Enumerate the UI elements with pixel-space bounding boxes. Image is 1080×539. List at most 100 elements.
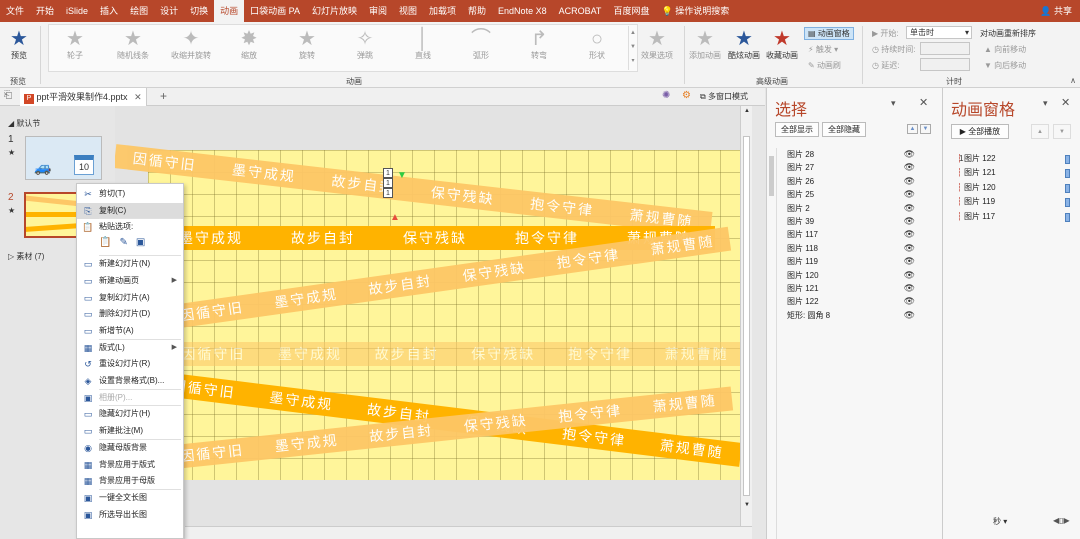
menu-baidu[interactable]: 百度网盘 [607,0,655,22]
delay-input[interactable] [920,58,970,71]
selection-item[interactable]: 图片 121 👁 [787,282,915,295]
selection-item[interactable]: 矩形: 圆角 8 👁 [787,309,915,322]
add-tab-icon[interactable]: + [160,89,167,103]
menu-addins[interactable]: 加载项 [423,0,462,22]
eye-icon[interactable]: 👁 [904,188,915,201]
menu-transitions[interactable]: 切换 [184,0,214,22]
selection-item[interactable]: 图片 28 👁 [787,148,915,161]
preview-button[interactable]: ★ 预览 [0,28,38,61]
effect-shrink-turn[interactable]: ✦ 收缩并旋转 [166,28,216,61]
timing-bar[interactable] [1065,198,1070,208]
context-menu-new-slide[interactable]: ▭ 新建幻灯片(N) [77,256,183,272]
animation-tag[interactable]: 1 [383,168,393,178]
timing-bar[interactable] [1065,155,1070,164]
document-tab[interactable]: P ppt平滑效果制作4.pptx ✕ [20,88,147,106]
hide-all-button[interactable]: 全部隐藏 [822,122,866,137]
seconds-dropdown[interactable]: 秒 ▾ [993,516,1007,527]
menu-insert[interactable]: 插入 [94,0,124,22]
slide-thumbnail-1[interactable]: 🚙 10 [25,136,102,180]
eye-icon[interactable]: 👁 [904,148,915,161]
selection-item[interactable]: 图片 27 👁 [787,161,915,174]
menu-slideshow[interactable]: 幻灯片放映 [306,0,363,22]
motion-path-start-icon[interactable]: ▼ [397,170,407,181]
menu-acrobat[interactable]: ACROBAT [553,0,608,22]
effect-arcs[interactable]: ⌒ 弧形 [456,28,506,61]
effect-lines[interactable]: │ 直线 [398,28,448,61]
scroll-thumb[interactable] [743,136,750,496]
eye-icon[interactable]: 👁 [904,269,915,282]
timing-bar[interactable] [1065,212,1070,222]
paste-picture-icon[interactable]: ▣ [136,237,145,248]
share-button[interactable]: 👤 共享 [1040,0,1072,22]
layout-icon[interactable]: ⎗ [4,90,12,101]
section-header[interactable]: ▷ 素材 (7) [8,251,44,262]
eye-icon[interactable]: 👁 [904,242,915,255]
menu-endnote[interactable]: EndNote X8 [492,0,553,22]
menu-draw[interactable]: 绘图 [124,0,154,22]
timeline-zoom-icon[interactable]: ◀▯▶ [1053,516,1070,525]
animation-pane-toggle[interactable]: ▤ 动画窗格 [804,27,854,40]
effect-turns[interactable]: ↱ 转弯 [514,28,564,61]
animation-painter-button[interactable]: ✎ 动画刷 [808,60,841,71]
animation-item[interactable]: ┆ 图片 119 [957,195,1072,209]
move-later-button[interactable]: ▼ 向后移动 [984,60,1026,71]
effect-bounce[interactable]: ✧ 弹跳 [340,28,390,61]
effect-shapes[interactable]: ○ 形状 [572,28,622,61]
scroll-down-icon[interactable]: ▼ [744,502,750,508]
start-select[interactable]: 单击时 ▾ [906,26,972,39]
tell-me-search[interactable]: 💡 操作说明搜索 [655,0,735,22]
play-all-button[interactable]: ▶ 全部播放 [951,124,1009,139]
eye-icon[interactable]: 👁 [904,175,915,188]
selection-item[interactable]: 图片 25 👁 [787,188,915,201]
selection-scrollbar[interactable] [767,148,777,539]
animation-tag[interactable]: 1 [383,188,393,198]
context-menu-paste-options[interactable]: 📋 粘贴选项: [77,219,183,235]
menu-islide[interactable]: iSlide [60,0,94,22]
context-menu-hide-slide[interactable]: ▭ 隐藏幻灯片(H) [77,406,183,422]
collect-animation-button[interactable]: ★ 收藏动画 [762,28,802,61]
magic-icon[interactable]: ✺ [662,90,670,101]
canvas-vertical-scrollbar[interactable]: ▲ ▼ [740,106,752,526]
eye-icon[interactable]: 👁 [904,161,915,174]
selection-item[interactable]: 图片 120 👁 [787,269,915,282]
selection-item[interactable]: 图片 117 👁 [787,228,915,241]
timing-bar[interactable] [1065,183,1070,193]
effect-spin[interactable]: ★ 旋转 [282,28,332,61]
selection-item[interactable]: 图片 118 👁 [787,242,915,255]
menu-pocket-animation[interactable]: 口袋动画 PA [244,0,306,22]
timing-bar[interactable] [1065,169,1070,179]
context-menu-new-comment[interactable]: ▭ 新建批注(M) [77,423,183,439]
animation-item[interactable]: ┆ 图片 121 [957,166,1072,180]
scroll-up-icon[interactable]: ▲ [744,108,750,114]
canvas-horizontal-scrollbar[interactable] [185,526,752,539]
eye-icon[interactable]: 👁 [904,215,915,228]
animation-item[interactable]: ┆ 图片 117 [957,210,1072,224]
text-band[interactable]: 因循守旧墨守成规故步自封保守残缺抱令守律萧规曹随 [115,144,713,236]
context-menu-export-long-image[interactable]: ▣ 所选导出长图 [77,507,183,523]
selection-item[interactable]: 图片 2 👁 [787,202,915,215]
context-menu-bg-apply-master[interactable]: ▦ 背景应用于母版 [77,473,183,489]
context-menu-bg-apply-layout[interactable]: ▦ 背景应用于版式 [77,457,183,473]
effect-options-button[interactable]: ★ 效果选项 [634,28,680,61]
collapse-ribbon-icon[interactable]: ∧ [1070,76,1076,85]
context-menu-reset-slide[interactable]: ↺ 重设幻灯片(R) [77,356,183,372]
gear-icon[interactable]: ⚙ [682,90,691,101]
effect-random-bars[interactable]: ★ 随机线条 [108,28,158,61]
menu-animations[interactable]: 动画 [214,0,245,22]
close-icon[interactable]: ✕ [1061,96,1070,109]
context-menu-delete-slide[interactable]: ▭ 删除幻灯片(D) [77,306,183,322]
menu-help[interactable]: 帮助 [462,0,492,22]
context-menu-duplicate-slide[interactable]: ▭ 复制幻灯片(A) [77,290,183,306]
multi-window-button[interactable]: ⧉ 多窗口模式 [700,88,748,106]
context-menu-photo-album[interactable]: ▣ 相册(P)... [77,390,183,406]
paste-keep-source-icon[interactable]: 📋 [99,237,111,248]
context-menu-copy[interactable]: ⎘ 复制(C) [77,202,183,219]
effect-zoom[interactable]: ✸ 缩放 [224,28,274,61]
animation-item[interactable]: ┆ 图片 120 [957,181,1072,195]
send-backward-icon[interactable]: ▼ [920,124,931,134]
effect-wheel[interactable]: ★ 轮子 [50,28,100,61]
context-menu-add-section[interactable]: ▭ 新增节(A) [77,323,183,339]
eye-icon[interactable]: 👁 [904,255,915,268]
bring-forward-icon[interactable]: ▲ [907,124,918,134]
context-menu-format-background[interactable]: ◈ 设置背景格式(B)... [77,373,183,389]
